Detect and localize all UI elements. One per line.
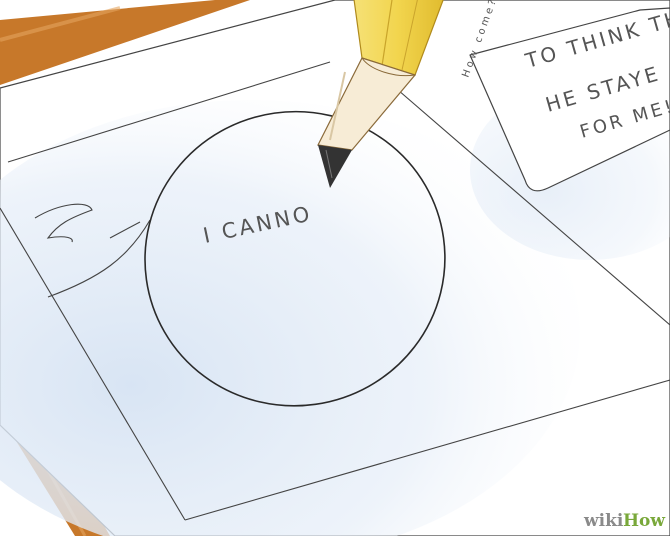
wikihow-watermark: wiki How — [583, 511, 665, 531]
watermark-how: How — [623, 511, 665, 531]
comic-drawing-illustration: I CANNO TO THINK TH HE STAYE FOR ME! How… — [0, 0, 670, 541]
watermark-wiki: wiki — [583, 511, 624, 531]
